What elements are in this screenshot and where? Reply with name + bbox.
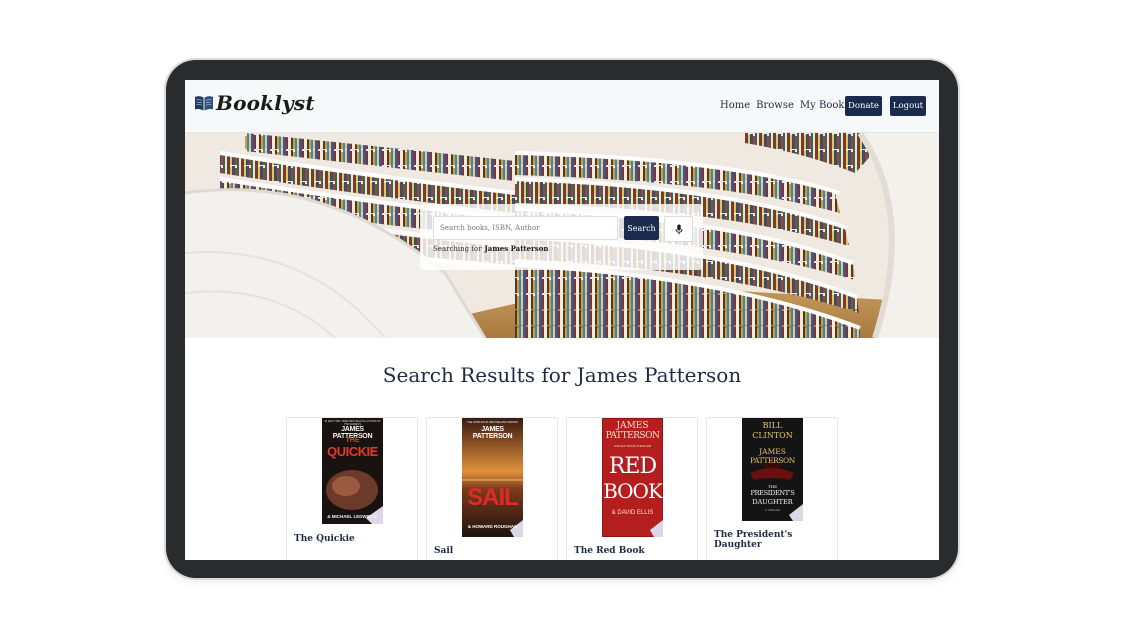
nav-links: Home Browse My Books xyxy=(720,100,850,111)
tablet-frame: Booklyst Home Browse My Books Donate Log… xyxy=(166,60,958,578)
search-card: Search Searching forJames Patterson xyxy=(420,204,703,270)
microphone-icon xyxy=(675,224,683,235)
cover-author-line1: BILL xyxy=(762,421,783,430)
book-cover[interactable]: BILL CLINTON JAMES PATTERSON THE PRESIDE… xyxy=(742,418,803,521)
searching-prefix: Searching for xyxy=(433,245,482,253)
navbar: Booklyst Home Browse My Books Donate Log… xyxy=(185,80,939,133)
book-title[interactable]: The President's Daughter xyxy=(714,530,837,550)
book-card[interactable]: JAMES PATTERSON A BLACK BOOK THRILLER RE… xyxy=(566,417,698,560)
hero-banner: Search Searching forJames Patterson xyxy=(185,133,939,338)
search-input[interactable] xyxy=(433,216,618,240)
cover-author: JAMES PATTERSON xyxy=(472,426,513,440)
nav-browse[interactable]: Browse xyxy=(756,100,794,111)
cover-top-line: THE WORLD'S #1 BESTSELLING WRITER xyxy=(467,421,518,424)
voice-search-button[interactable] xyxy=(664,216,693,242)
cover-title-line1: THE xyxy=(345,437,360,444)
cover-series: A BLACK BOOK THRILLER xyxy=(613,444,652,448)
results-heading: Search Results for James Patterson xyxy=(382,363,742,387)
open-book-icon xyxy=(194,93,214,113)
book-card[interactable]: BILL CLINTON JAMES PATTERSON THE PRESIDE… xyxy=(706,417,838,560)
nav-home[interactable]: Home xyxy=(720,100,750,111)
cover-coauthor: & DAVID ELLIS xyxy=(611,510,654,516)
book-card[interactable]: THE WORLD'S #1 BESTSELLING WRITER JAMES … xyxy=(426,417,558,560)
searching-query: James Patterson xyxy=(484,244,549,253)
logout-button[interactable]: Logout xyxy=(890,96,926,116)
cover-author-line2: CLINTON xyxy=(752,431,793,440)
cover-title-line2: PRESIDENT'S xyxy=(750,489,795,497)
book-cover[interactable]: JAMES PATTERSON A BLACK BOOK THRILLER RE… xyxy=(602,418,663,537)
cover-author-line2: PATTERSON xyxy=(605,431,660,441)
logo-text: Booklyst xyxy=(216,91,315,115)
cover-author-line1: JAMES xyxy=(616,421,649,431)
donate-button[interactable]: Donate xyxy=(845,96,882,116)
cover-title-line2: QUICKIE xyxy=(327,444,378,459)
book-title[interactable]: Sail xyxy=(434,546,453,556)
nav-my-books[interactable]: My Books xyxy=(800,100,850,111)
book-title[interactable]: The Quickie xyxy=(294,534,355,544)
book-card[interactable]: #1 NEW YORK TIMES BESTSELLING AUTHOR OF … xyxy=(286,417,418,560)
cover-title-line3: DAUGHTER xyxy=(752,498,793,506)
cover-coauthor: & HOWARD ROUGHAN xyxy=(467,524,518,529)
cover-bottom-line: A THRILLER xyxy=(765,509,780,512)
cover-title-line1: RED xyxy=(608,454,657,479)
cover-coauthor: & MICHAEL LEDWIDGE xyxy=(327,514,378,519)
book-cover[interactable]: THE WORLD'S #1 BESTSELLING WRITER JAMES … xyxy=(462,418,523,537)
screen: Booklyst Home Browse My Books Donate Log… xyxy=(185,80,939,560)
cover-author-line4: PATTERSON xyxy=(750,456,795,465)
logo[interactable]: Booklyst xyxy=(194,91,315,115)
cover-title-line2: BOOK xyxy=(603,479,663,503)
cover-author-line3: JAMES xyxy=(759,447,786,456)
book-cover[interactable]: #1 NEW YORK TIMES BESTSELLING AUTHOR OF … xyxy=(322,418,383,524)
book-title[interactable]: The Red Book xyxy=(574,546,645,556)
cover-title-line1: SAIL xyxy=(467,484,519,511)
searching-status: Searching for James Patterson xyxy=(433,244,549,253)
search-button[interactable]: Search xyxy=(624,216,659,240)
